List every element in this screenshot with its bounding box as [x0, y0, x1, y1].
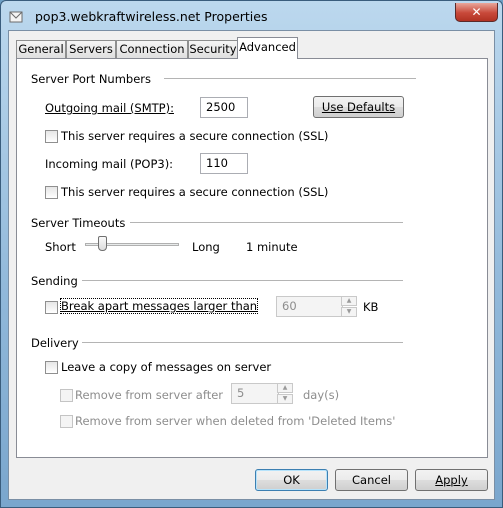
tab-label: Advanced	[239, 40, 296, 54]
dialog-button-bar: OK Cancel Apply	[9, 461, 494, 499]
remove-after-label[interactable]: Remove from server after	[75, 388, 223, 402]
use-defaults-label: Use Defaults	[321, 100, 396, 114]
incoming-ssl-label[interactable]: This server requires a secure connection…	[61, 185, 328, 199]
remove-after-checkbox[interactable]	[60, 389, 73, 402]
outgoing-mail-label-text: Outgoing mail (SMTP):	[45, 101, 174, 115]
close-button[interactable]: ✕	[455, 3, 498, 22]
timeout-short-label: Short	[45, 240, 76, 254]
remove-deleted-label[interactable]: Remove from server when deleted from 'De…	[75, 414, 395, 428]
tab-connection[interactable]: Connection	[116, 40, 188, 58]
spin-up-icon[interactable]: ▲	[277, 383, 293, 393]
tab-general[interactable]: General	[16, 40, 66, 58]
break-apart-label-text: Break apart messages larger than	[61, 299, 258, 313]
message-size-spinner[interactable]: ▲ ▼	[341, 296, 357, 317]
outgoing-ssl-label[interactable]: This server requires a secure connection…	[61, 129, 328, 143]
tab-advanced[interactable]: Advanced	[237, 37, 298, 59]
timeout-long-label: Long	[192, 240, 220, 254]
remove-deleted-checkbox[interactable]	[60, 415, 73, 428]
incoming-ssl-checkbox[interactable]	[45, 186, 58, 199]
separator	[82, 280, 403, 281]
timeout-slider-thumb[interactable]	[97, 236, 107, 251]
size-unit-label: KB	[363, 300, 379, 314]
message-size-field[interactable]: 60	[276, 296, 343, 317]
cancel-button[interactable]: Cancel	[335, 469, 408, 491]
separator	[82, 342, 403, 343]
server-timeouts-heading: Server Timeouts	[31, 216, 126, 230]
spin-down-icon[interactable]: ▼	[341, 307, 357, 317]
tab-label: Connection	[119, 42, 185, 56]
outgoing-port-field[interactable]: 2500	[200, 97, 248, 118]
incoming-port-field[interactable]: 110	[200, 153, 248, 174]
separator	[164, 78, 416, 79]
tab-label: Servers	[69, 42, 113, 56]
properties-window: pop3.webkraftwireless.net Properties ✕ G…	[0, 0, 503, 508]
timeout-value: 1 minute	[246, 240, 298, 254]
spin-down-icon[interactable]: ▼	[277, 394, 293, 404]
advanced-panel: Server Port Numbers Outgoing mail (SMTP)…	[16, 58, 488, 458]
days-spinner[interactable]: ▲ ▼	[277, 383, 293, 404]
spin-up-icon[interactable]: ▲	[341, 296, 357, 306]
incoming-mail-label: Incoming mail (POP3):	[45, 157, 174, 171]
tab-servers[interactable]: Servers	[66, 40, 116, 58]
title-bar[interactable]: pop3.webkraftwireless.net Properties ✕	[5, 3, 500, 31]
close-icon: ✕	[471, 5, 482, 19]
tab-label: Security	[189, 42, 237, 56]
break-apart-label[interactable]: Break apart messages larger than	[59, 298, 259, 314]
sending-heading: Sending	[31, 274, 78, 288]
ok-button[interactable]: OK	[255, 469, 328, 491]
server-ports-heading: Server Port Numbers	[31, 72, 152, 86]
break-apart-checkbox[interactable]	[45, 301, 58, 314]
leave-copy-checkbox[interactable]	[45, 361, 58, 374]
outgoing-ssl-checkbox[interactable]	[45, 130, 58, 143]
separator	[130, 222, 403, 223]
tab-security[interactable]: Security	[188, 40, 238, 58]
outgoing-mail-label: Outgoing mail (SMTP):	[45, 101, 174, 115]
apply-label: Apply	[435, 473, 468, 487]
apply-button[interactable]: Apply	[415, 469, 488, 491]
days-field[interactable]: 5	[231, 383, 279, 404]
leave-copy-label[interactable]: Leave a copy of messages on server	[61, 360, 271, 374]
window-title: pop3.webkraftwireless.net Properties	[35, 9, 268, 24]
dialog-client: General Servers Connection Security Adva…	[8, 30, 495, 500]
mail-account-icon	[9, 11, 23, 23]
delivery-heading: Delivery	[31, 336, 79, 350]
use-defaults-button[interactable]: Use Defaults	[313, 96, 404, 118]
days-unit-label: day(s)	[303, 388, 340, 402]
tab-label: General	[18, 42, 64, 56]
